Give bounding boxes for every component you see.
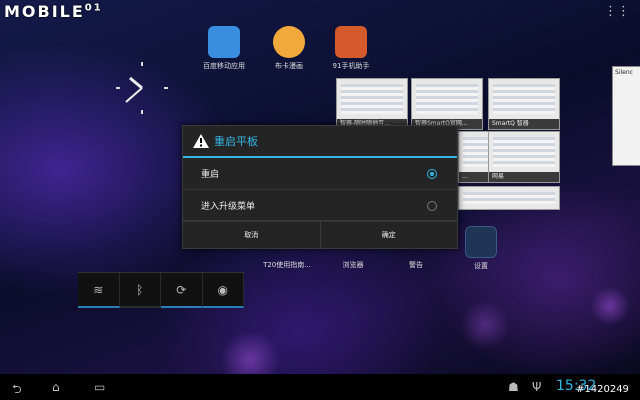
app-icon-91[interactable]: 91手机助手	[316, 26, 386, 71]
option-restart[interactable]: 重启	[183, 158, 457, 190]
thumbnail-preview	[493, 84, 555, 114]
91-app-icon	[335, 26, 367, 58]
buka-app-icon	[273, 26, 305, 58]
analog-clock-widget	[116, 62, 168, 114]
app-label: 设置	[474, 262, 488, 270]
wallpaper-bokeh	[590, 286, 630, 326]
thumbnail-label: 网易	[489, 172, 559, 182]
recent-app-thumbnail[interactable]: SmartQ 智器	[488, 78, 560, 130]
notification-card[interactable]: Silenc	[612, 66, 640, 166]
recent-apps-icon[interactable]: ▭	[94, 380, 105, 394]
app-label: 91手机助手	[332, 62, 370, 70]
all-apps-icon[interactable]: ⋮⋮	[604, 4, 630, 19]
back-icon[interactable]: ⮌	[12, 380, 22, 400]
home-icon[interactable]: ⌂	[52, 380, 60, 394]
usb-icon: Ψ	[532, 380, 542, 394]
dialog-title: 重启平板	[214, 135, 258, 148]
thumbnail-preview	[341, 84, 403, 114]
thumbnail-label: SmartQ 智器	[489, 119, 559, 129]
thumbnail-preview	[493, 137, 555, 167]
recent-app-thumbnail[interactable]: 智器SmartQ官网...	[411, 78, 483, 130]
app-icon-browser[interactable]: 浏览器	[318, 248, 388, 270]
option-label: 进入升级菜单	[201, 202, 256, 212]
app-icon-buka[interactable]: 布卡漫画	[254, 26, 324, 71]
app-label: T20使用指南...	[263, 261, 311, 269]
radio-button[interactable]	[427, 200, 437, 211]
watermark-text: MOBILE	[4, 2, 85, 21]
sync-toggle-icon[interactable]: ⟳	[161, 273, 203, 308]
confirm-button[interactable]: 确定	[319, 221, 458, 248]
recent-app-thumbnail[interactable]: 网易	[488, 131, 560, 183]
baidu-app-icon	[208, 26, 240, 58]
recent-app-thumbnail[interactable]: 智器-随时随地互...	[336, 78, 408, 130]
option-label: 重启	[201, 170, 220, 180]
image-id-tag: #1420249	[576, 384, 629, 395]
power-control-widget: ≋ ᛒ ⟳ ◉	[78, 272, 244, 308]
warning-icon	[193, 134, 209, 148]
wallpaper-bokeh	[460, 300, 510, 350]
recent-app-thumbnail[interactable]	[458, 186, 560, 210]
wifi-toggle-icon[interactable]: ≋	[78, 273, 120, 308]
app-icon-baidu[interactable]: 百度移动应用	[189, 26, 259, 71]
option-upgrade-menu[interactable]: 进入升级菜单	[183, 190, 457, 222]
cancel-button[interactable]: 取消	[183, 221, 320, 248]
watermark-logo: MOBILE01	[4, 2, 103, 21]
app-icon-alert[interactable]: 警告	[381, 248, 451, 270]
app-icon-guide[interactable]: T20使用指南...	[252, 248, 322, 270]
thumbnail-preview	[416, 84, 478, 114]
dialog-header: 重启平板	[183, 126, 457, 158]
watermark-suffix: 01	[84, 2, 103, 14]
android-debug-icon: ☗	[508, 380, 519, 394]
dialog-buttons: 取消 确定	[183, 220, 457, 248]
bluetooth-toggle-icon[interactable]: ᛒ	[119, 273, 161, 308]
settings-app-icon	[465, 226, 497, 258]
radio-button-selected[interactable]	[427, 168, 437, 179]
notification-title: Silenc	[615, 69, 633, 76]
restart-dialog: 重启平板 重启 进入升级菜单 取消 确定	[182, 125, 458, 249]
app-label: 警告	[409, 261, 423, 269]
app-label: 布卡漫画	[275, 62, 303, 70]
home-screen: MOBILE01 ⋮⋮ 百度移动应用 布卡漫画 91手机助手 智器-随时随地互.…	[0, 0, 640, 400]
app-label: 浏览器	[342, 261, 364, 269]
app-label: 百度移动应用	[203, 62, 245, 70]
brightness-toggle-icon[interactable]: ◉	[202, 273, 244, 308]
thumbnail-preview	[463, 192, 555, 204]
system-navigation-bar: ⮌ ⌂ ▭ ☗ Ψ	[0, 374, 640, 400]
